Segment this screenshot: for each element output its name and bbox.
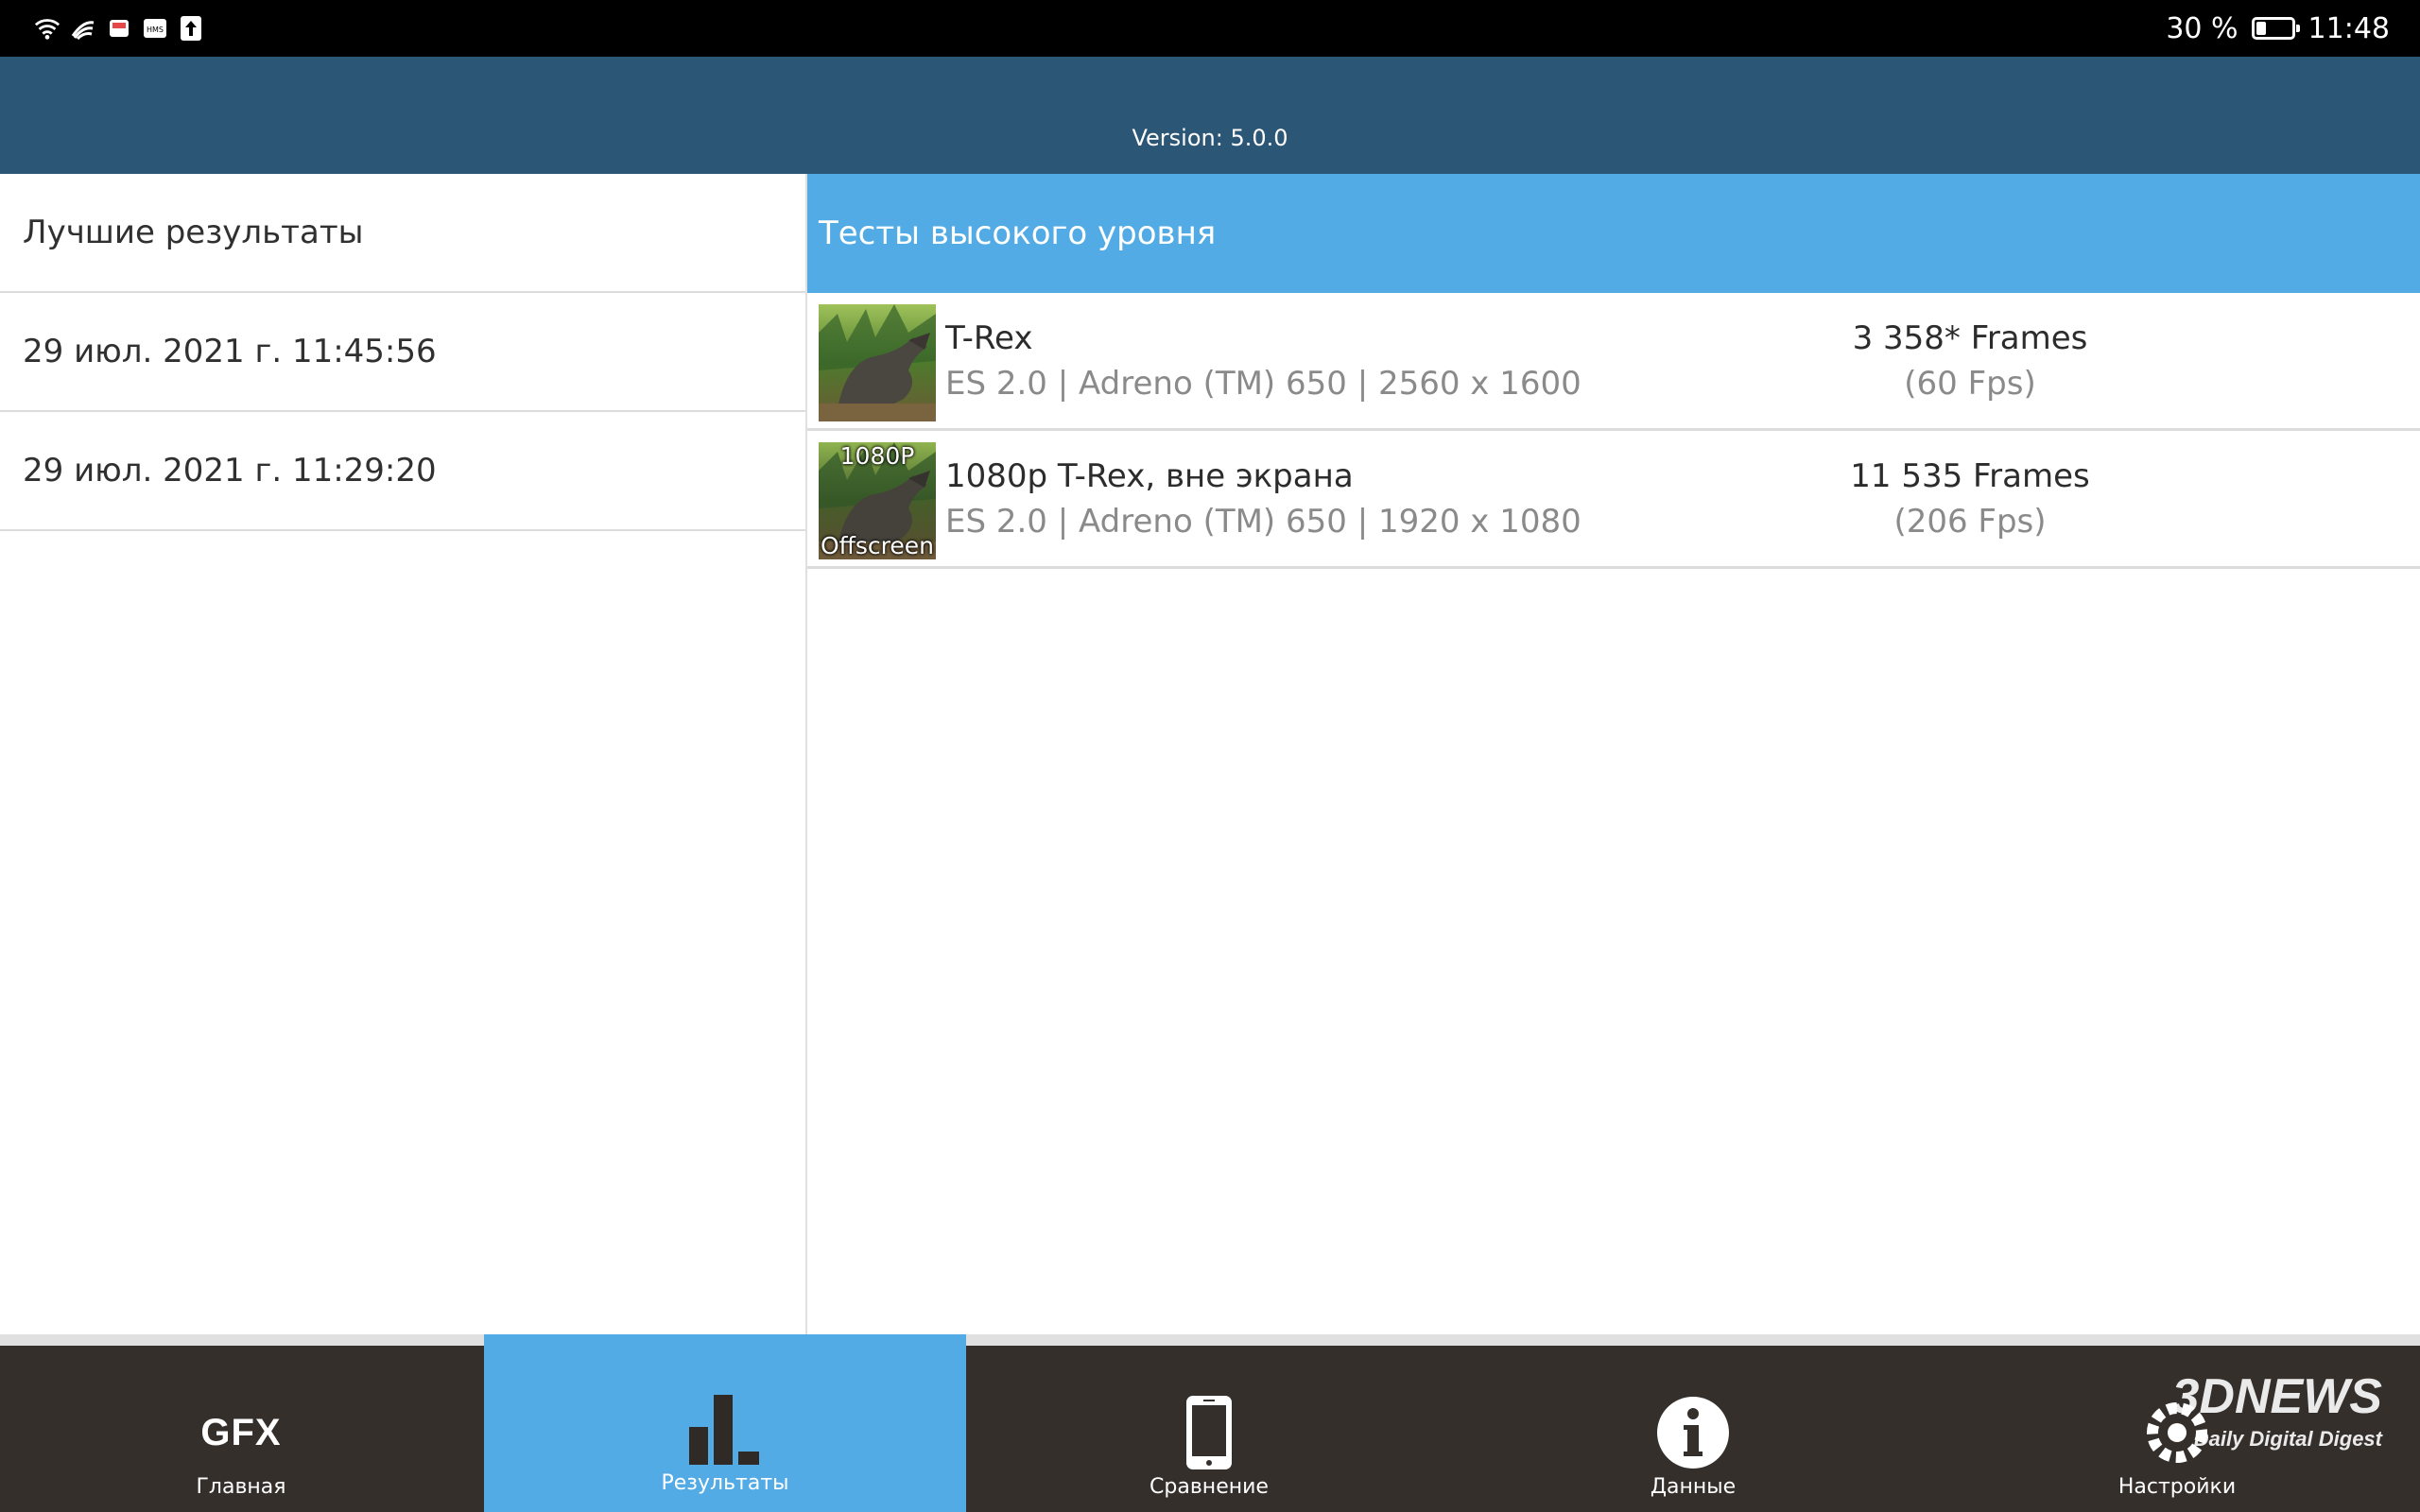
nav-settings-label: Настройки xyxy=(2118,1475,2237,1499)
best-results-panel: Лучшие результаты 29 июл. 2021 г. 11:45:… xyxy=(0,174,807,1334)
version-label: Version: 5.0.0 xyxy=(1132,125,1288,151)
watermark-logo: 3DNEWS xyxy=(2171,1369,2382,1424)
high-level-tests-header: Тесты высокого уровня xyxy=(807,174,2420,293)
watermark-tagline: Daily Digital Digest xyxy=(2193,1427,2382,1451)
gfx-logo-icon: GFX xyxy=(200,1411,282,1453)
thumb-top-label: 1080P xyxy=(839,442,915,470)
nav-home-label: Главная xyxy=(196,1475,286,1499)
info-icon xyxy=(1452,1391,1934,1474)
test-score: 11 535 Frames xyxy=(1850,457,2090,495)
nav-compare[interactable]: Сравнение xyxy=(968,1346,1450,1512)
test-name: T-Rex xyxy=(945,319,1033,357)
test-fps: (60 Fps) xyxy=(1904,365,2036,403)
test-fps: (206 Fps) xyxy=(1893,503,2047,541)
nav-info[interactable]: Данные xyxy=(1452,1346,1934,1512)
test-name: 1080p T-Rex, вне экрана xyxy=(945,457,1354,495)
test-details: ES 2.0 | Adreno (TM) 650 | 1920 x 1080 xyxy=(945,503,1582,541)
status-icons: HMS xyxy=(34,11,204,45)
battery-percent: 30 % xyxy=(2166,11,2238,45)
test-result-row[interactable]: 1080P Offscreen 1080p T-Rex, вне экрана … xyxy=(807,431,2420,569)
test-score: 3 358* Frames xyxy=(1852,319,2088,357)
thumb-bottom-label: Offscreen xyxy=(820,532,934,559)
bar-chart-icon xyxy=(484,1387,966,1470)
nav-results[interactable]: Результаты xyxy=(484,1334,966,1512)
svg-text:HMS: HMS xyxy=(147,26,164,34)
trex-thumbnail xyxy=(819,304,936,421)
nav-home[interactable]: GFX Главная xyxy=(0,1346,482,1512)
test-details: ES 2.0 | Adreno (TM) 650 | 2560 x 1600 xyxy=(945,365,1582,403)
wifi-icon xyxy=(34,15,60,42)
app-header: Version: 5.0.0 xyxy=(0,57,2420,174)
clock: 11:48 xyxy=(2308,11,2390,45)
battery-icon xyxy=(2251,17,2300,40)
best-results-title[interactable]: Лучшие результаты xyxy=(0,174,805,293)
upload-icon xyxy=(178,15,204,42)
high-level-tests-panel: Тесты высокого уровня T-Rex ES 2.0 | Adr… xyxy=(807,174,2420,1334)
result-date-item[interactable]: 29 июл. 2021 г. 11:29:20 xyxy=(0,412,805,531)
mail-app-icon xyxy=(106,15,132,42)
signal-icon xyxy=(70,15,96,42)
status-right: 30 % 11:48 xyxy=(2166,0,2390,57)
hms-icon: HMS xyxy=(142,15,168,42)
nav-info-label: Данные xyxy=(1650,1475,1737,1499)
result-date-item[interactable]: 29 июл. 2021 г. 11:45:56 xyxy=(0,293,805,412)
status-bar: HMS 30 % 11:48 xyxy=(0,0,2420,57)
nav-results-label: Результаты xyxy=(661,1471,789,1495)
nav-compare-label: Сравнение xyxy=(1150,1475,1269,1499)
trex-offscreen-thumbnail: 1080P Offscreen xyxy=(819,442,936,559)
bottom-navigation: GFX Главная Результаты Сравнение Данные … xyxy=(0,1334,2420,1512)
phone-icon xyxy=(968,1391,1450,1474)
test-result-row[interactable]: T-Rex ES 2.0 | Adreno (TM) 650 | 2560 x … xyxy=(807,293,2420,431)
site-watermark: 3DNEWS Daily Digital Digest xyxy=(2136,1368,2382,1472)
